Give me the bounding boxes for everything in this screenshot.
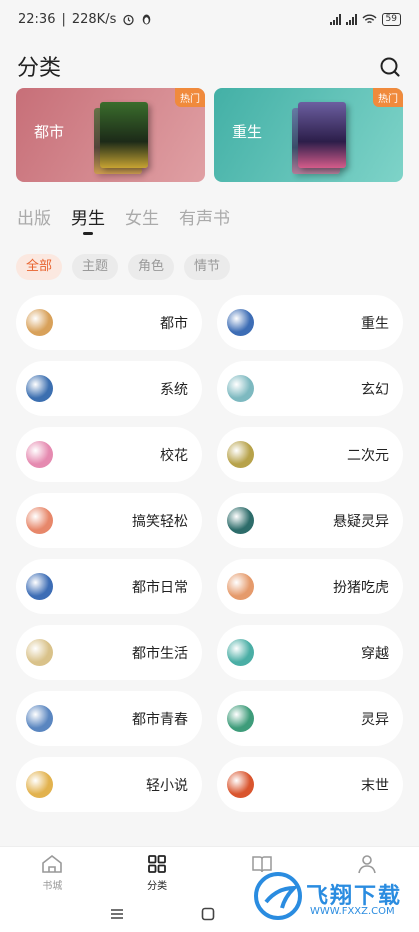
watermark-logo-icon (254, 872, 302, 920)
category-item[interactable]: 重生 (217, 295, 403, 350)
category-label: 都市生活 (132, 646, 188, 662)
category-label: 二次元 (347, 448, 389, 464)
wifi-icon (362, 14, 377, 23)
search-icon[interactable] (379, 56, 401, 78)
tab-audiobook[interactable]: 有声书 (179, 204, 230, 229)
book-cover (100, 102, 148, 168)
nav-label: 书城 (42, 881, 63, 892)
category-item[interactable]: 扮猪吃虎 (217, 559, 403, 614)
category-thumbnail-icon (26, 771, 53, 798)
category-item[interactable]: 都市日常 (16, 559, 202, 614)
header: 分类 (0, 42, 419, 82)
category-item[interactable]: 都市青春 (16, 691, 202, 746)
watermark-logo: 飞翔下载 WWW.FXXZ.COM (252, 868, 410, 924)
category-label: 都市青春 (132, 712, 188, 728)
filter-chips: 全部 主题 角色 情节 (16, 254, 231, 280)
nav-label: 分类 (147, 881, 168, 892)
watermark-url: WWW.FXXZ.COM (310, 906, 395, 917)
grid-icon (148, 855, 167, 873)
category-label: 玄幻 (361, 382, 389, 398)
page-title: 分类 (17, 56, 62, 81)
book-cover (298, 102, 346, 168)
banner-chongsheng[interactable]: 重生 热门 (214, 88, 403, 182)
category-label: 扮猪吃虎 (333, 580, 389, 596)
category-thumbnail-icon (26, 309, 53, 336)
category-item[interactable]: 末世 (217, 757, 403, 812)
category-thumbnail-icon (227, 639, 254, 666)
category-item[interactable]: 校花 (16, 427, 202, 482)
category-thumbnail-icon (26, 375, 53, 402)
category-label: 悬疑灵异 (333, 514, 389, 530)
filter-role[interactable]: 角色 (128, 254, 175, 280)
category-thumbnail-icon (227, 309, 254, 336)
filter-theme[interactable]: 主题 (72, 254, 119, 280)
category-thumbnail-icon (26, 441, 53, 468)
nav-category[interactable]: 分类 (105, 847, 210, 896)
category-thumbnail-icon (227, 507, 254, 534)
category-label: 校花 (160, 448, 188, 464)
category-label: 轻小说 (146, 778, 188, 794)
home-icon (42, 854, 63, 873)
category-label: 都市 (160, 316, 188, 332)
category-thumbnail-icon (227, 573, 254, 600)
category-item[interactable]: 玄幻 (217, 361, 403, 416)
banner-label: 重生 (232, 123, 263, 141)
category-thumbnail-icon (26, 639, 53, 666)
category-label: 重生 (361, 316, 389, 332)
category-label: 末世 (361, 778, 389, 794)
status-time: 22:36 (18, 11, 56, 27)
alarm-icon (123, 14, 135, 25)
category-label: 搞笑轻松 (132, 514, 188, 530)
category-item[interactable]: 灵异 (217, 691, 403, 746)
category-thumbnail-icon (227, 441, 254, 468)
tab-nvsheng[interactable]: 女生 (125, 204, 159, 229)
banner-dushi[interactable]: 都市 热门 (16, 88, 205, 182)
category-tabs: 出版 男生 女生 有声书 (17, 204, 230, 235)
banner-label: 都市 (34, 123, 65, 141)
category-thumbnail-icon (26, 507, 53, 534)
menu-icon[interactable] (110, 908, 124, 920)
category-item[interactable]: 都市生活 (16, 625, 202, 680)
signal-icon-2 (345, 13, 357, 25)
category-thumbnail-icon (26, 573, 53, 600)
hot-badge: 热门 (175, 88, 205, 107)
category-item[interactable]: 悬疑灵异 (217, 493, 403, 548)
nav-bookstore[interactable]: 书城 (0, 847, 105, 896)
category-grid: 都市 重生系统 玄幻校花 二次元搞笑轻松 悬疑灵异都市日常 扮猪吃虎都市生活 穿越都市青春 灵… (16, 295, 403, 812)
category-thumbnail-icon (26, 705, 53, 732)
category-item[interactable]: 二次元 (217, 427, 403, 482)
category-thumbnail-icon (227, 705, 254, 732)
category-item[interactable]: 搞笑轻松 (16, 493, 202, 548)
category-thumbnail-icon (227, 771, 254, 798)
battery-indicator: 59 (381, 12, 401, 26)
status-network-speed: 228K/s (71, 11, 117, 27)
filter-plot[interactable]: 情节 (184, 254, 231, 280)
tab-nansheng[interactable]: 男生 (71, 204, 105, 235)
status-bar: 22:36 | 228K/s 59 (0, 0, 419, 38)
category-label: 系统 (160, 382, 188, 398)
category-item[interactable]: 穿越 (217, 625, 403, 680)
category-thumbnail-icon (227, 375, 254, 402)
signal-icon-1 (329, 13, 341, 25)
hot-badge: 热门 (373, 88, 403, 107)
penguin-icon (143, 14, 151, 25)
category-label: 都市日常 (132, 580, 188, 596)
category-item[interactable]: 轻小说 (16, 757, 202, 812)
category-item[interactable]: 系统 (16, 361, 202, 416)
home-square-icon[interactable] (201, 907, 215, 921)
category-label: 穿越 (361, 646, 389, 662)
category-item[interactable]: 都市 (16, 295, 202, 350)
tab-chuban[interactable]: 出版 (17, 204, 51, 229)
filter-all[interactable]: 全部 (16, 254, 63, 280)
category-label: 灵异 (361, 712, 389, 728)
